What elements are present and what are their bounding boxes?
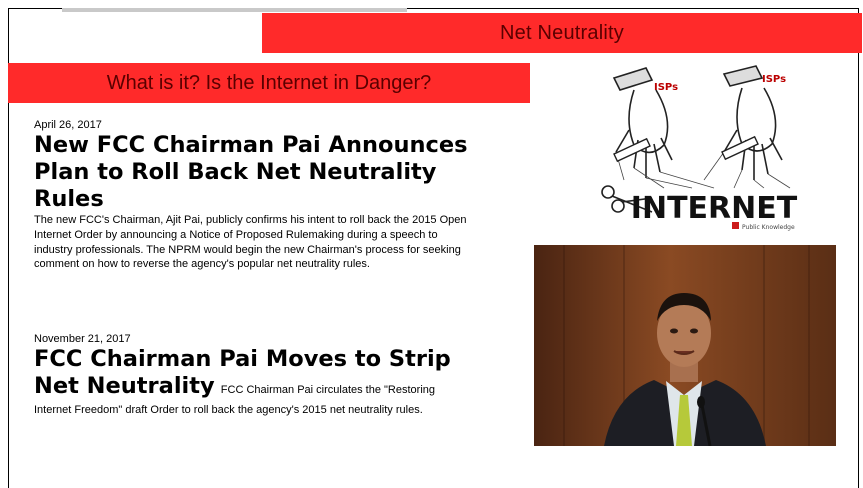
article-date: April 26, 2017	[34, 119, 102, 131]
article-body: The new FCC's Chairman, Ajit Pai, public…	[34, 214, 467, 271]
isp-label-right: ISPs	[762, 74, 786, 85]
page-subtitle: What is it? Is the Internet in Danger?	[106, 71, 432, 94]
article-date: November 21, 2017	[34, 333, 131, 345]
ajit-pai-photo	[534, 245, 836, 446]
subtitle-banner: What is it? Is the Internet in Danger?	[8, 63, 530, 103]
page-title: Net Neutrality	[500, 21, 624, 44]
top-stripe	[62, 8, 407, 12]
article-2: November 21, 2017 FCC Chairman Pai Moves…	[34, 332, 474, 418]
public-knowledge-logo-icon	[732, 222, 739, 229]
article-headline: New FCC Chairman Pai Announces Plan to R…	[34, 132, 468, 212]
isp-puppeteer-cartoon: INTERNET ISPs ISPs Public Knowledge	[594, 60, 826, 240]
article-paragraph: FCC Chairman Pai Moves to Strip Net Neut…	[34, 346, 474, 418]
article-1: April 26, 2017 New FCC Chairman Pai Anno…	[34, 118, 474, 272]
title-banner: Net Neutrality	[262, 13, 862, 53]
cartoon-credit: Public Knowledge	[742, 224, 795, 231]
isp-label-left: ISPs	[654, 82, 678, 93]
internet-word: INTERNET	[631, 191, 798, 226]
